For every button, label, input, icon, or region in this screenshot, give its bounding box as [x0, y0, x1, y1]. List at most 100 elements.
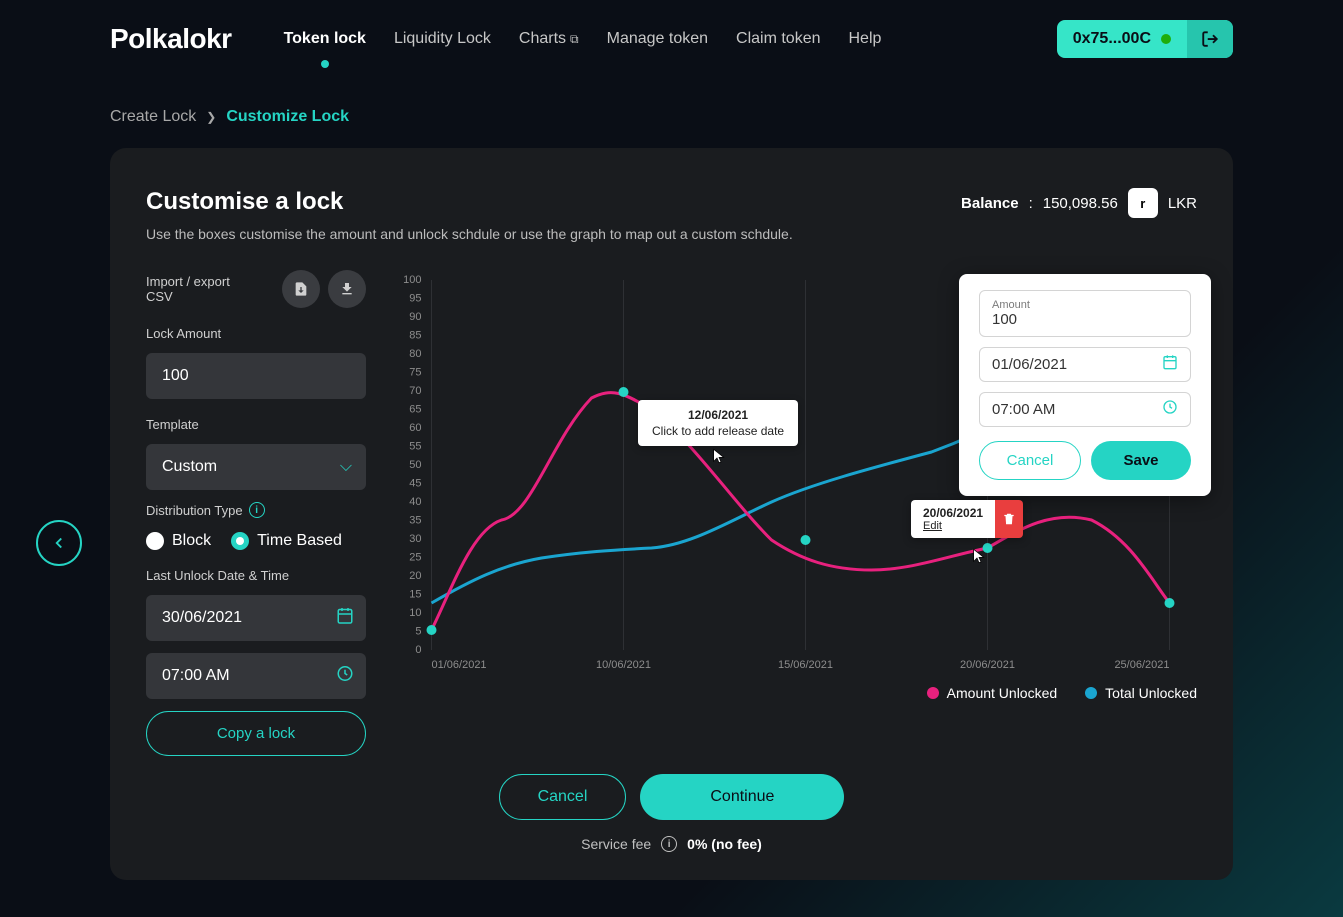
radio-checked-icon	[231, 532, 249, 550]
marker-point[interactable]	[983, 543, 993, 553]
lock-amount-label: Lock Amount	[146, 326, 366, 341]
marker-point[interactable]	[619, 387, 629, 397]
nav-claim-token[interactable]: Claim token	[736, 24, 820, 54]
service-fee-label: Service fee	[581, 836, 651, 852]
tooltip2-date: 20/06/2021	[923, 506, 983, 520]
service-fee-value: 0% (no fee)	[687, 836, 762, 852]
legend-blue-label: Total Unlocked	[1105, 685, 1197, 701]
template-select[interactable]: Custom	[146, 444, 366, 490]
svg-text:20: 20	[409, 570, 421, 582]
disconnect-button[interactable]	[1187, 20, 1233, 58]
edit-marker-tooltip: 20/06/2021 Edit	[911, 500, 1023, 538]
svg-text:75: 75	[409, 367, 421, 379]
chevron-right-icon: ❯	[206, 110, 216, 124]
svg-text:50: 50	[409, 459, 421, 471]
nav-charts[interactable]: Charts⧉	[519, 24, 579, 54]
nav-liquidity-lock[interactable]: Liquidity Lock	[394, 24, 491, 54]
svg-text:95: 95	[409, 293, 421, 305]
popup-time-input[interactable]: 07:00 AM	[992, 401, 1162, 418]
svg-text:45: 45	[409, 478, 421, 490]
popup-amount-label: Amount	[992, 299, 1030, 311]
svg-text:80: 80	[409, 348, 421, 360]
logout-icon	[1201, 30, 1219, 48]
last-unlock-time-input[interactable]	[146, 653, 366, 699]
last-unlock-label: Last Unlock Date & Time	[146, 568, 366, 583]
popup-date-input[interactable]: 01/06/2021	[992, 356, 1162, 373]
info-icon[interactable]: i	[249, 502, 265, 518]
lock-amount-input[interactable]	[146, 353, 366, 399]
balance-value: 150,098.56	[1043, 195, 1118, 212]
svg-text:0: 0	[415, 644, 421, 656]
chevron-left-icon	[50, 534, 68, 552]
cancel-button[interactable]: Cancel	[499, 774, 627, 820]
copy-lock-button[interactable]: Copy a lock	[146, 711, 366, 756]
popup-save-button[interactable]: Save	[1091, 441, 1191, 480]
edit-release-popup: Amount 100 01/06/2021 07:00 AM Cance	[959, 274, 1211, 496]
token-symbol: LKR	[1168, 195, 1197, 212]
wallet-widget: 0x75...00C	[1057, 20, 1233, 58]
clock-icon[interactable]	[1162, 399, 1178, 420]
last-unlock-date-input[interactable]	[146, 595, 366, 641]
svg-text:85: 85	[409, 330, 421, 342]
tooltip2-edit-link[interactable]: Edit	[923, 520, 983, 532]
radio-time-based[interactable]: Time Based	[231, 532, 342, 550]
clock-icon[interactable]	[336, 665, 354, 688]
tooltip-date: 12/06/2021	[652, 408, 784, 422]
back-button[interactable]	[36, 520, 82, 566]
nav-manage-token[interactable]: Manage token	[607, 24, 708, 54]
svg-text:70: 70	[409, 385, 421, 397]
marker-point[interactable]	[427, 625, 437, 635]
delete-marker-button[interactable]	[995, 500, 1023, 538]
page-title: Customise a lock	[146, 188, 793, 216]
continue-button[interactable]: Continue	[640, 774, 844, 820]
nav-help[interactable]: Help	[849, 24, 882, 54]
calendar-icon[interactable]	[1162, 354, 1178, 375]
legend-blue-dot-icon	[1085, 687, 1097, 699]
svg-text:5: 5	[415, 626, 421, 638]
svg-text:15/06/2021: 15/06/2021	[778, 659, 833, 670]
x-axis-ticks: 01/06/2021 10/06/2021 15/06/2021 20/06/2…	[432, 659, 1170, 670]
breadcrumb-customize-lock: Customize Lock	[226, 108, 349, 126]
svg-text:100: 100	[403, 274, 421, 286]
footer-actions: Cancel Continue	[146, 774, 1197, 820]
add-release-tooltip[interactable]: 12/06/2021 Click to add release date	[638, 400, 798, 446]
svg-text:90: 90	[409, 311, 421, 323]
balance-display: Balance : 150,098.56 r LKR	[961, 188, 1197, 218]
calendar-icon[interactable]	[336, 607, 354, 630]
main-card: Customise a lock Use the boxes customise…	[110, 148, 1233, 880]
marker-point[interactable]	[801, 535, 811, 545]
radio-unchecked-icon	[146, 532, 164, 550]
svg-text:30: 30	[409, 533, 421, 545]
chart-legend: Amount Unlocked Total Unlocked	[386, 685, 1197, 701]
radio-block-label: Block	[172, 532, 211, 550]
popup-cancel-button[interactable]: Cancel	[979, 441, 1081, 480]
export-csv-button[interactable]	[328, 270, 366, 308]
popup-amount-input[interactable]: 100	[992, 311, 1178, 328]
connection-status-icon	[1161, 34, 1171, 44]
legend-pink-dot-icon	[927, 687, 939, 699]
svg-text:65: 65	[409, 404, 421, 416]
legend-pink-label: Amount Unlocked	[947, 685, 1058, 701]
trash-icon	[1002, 512, 1016, 526]
radio-block[interactable]: Block	[146, 532, 211, 550]
info-icon[interactable]: i	[661, 836, 677, 852]
nav-token-lock[interactable]: Token lock	[284, 24, 366, 54]
brand-logo: Polkalokr	[110, 23, 232, 55]
token-badge-icon: r	[1128, 188, 1158, 218]
download-icon	[339, 281, 355, 297]
svg-text:15: 15	[409, 589, 421, 601]
marker-point[interactable]	[1165, 598, 1175, 608]
import-csv-button[interactable]	[282, 270, 320, 308]
svg-text:10/06/2021: 10/06/2021	[596, 659, 651, 670]
balance-label: Balance	[961, 195, 1019, 212]
service-fee-row: Service fee i 0% (no fee)	[146, 836, 1197, 852]
svg-text:55: 55	[409, 441, 421, 453]
file-import-icon	[293, 281, 309, 297]
svg-text:20/06/2021: 20/06/2021	[960, 659, 1015, 670]
wallet-address[interactable]: 0x75...00C	[1057, 20, 1187, 58]
breadcrumb-create-lock[interactable]: Create Lock	[110, 108, 196, 126]
svg-text:25/06/2021: 25/06/2021	[1114, 659, 1169, 670]
svg-text:40: 40	[409, 496, 421, 508]
svg-text:01/06/2021: 01/06/2021	[432, 659, 487, 670]
chart-area[interactable]: 0510152025303540455055606570758085909510…	[386, 270, 1197, 756]
